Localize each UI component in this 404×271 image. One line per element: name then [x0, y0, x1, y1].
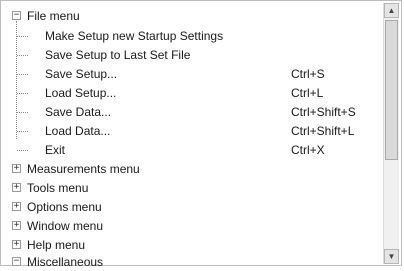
expand-icon[interactable]: + [12, 240, 21, 249]
tree-node-measurements-menu[interactable]: + Measurements menu [5, 160, 385, 178]
tree-node-label: Window menu [27, 219, 104, 233]
tree-item-exit[interactable]: Exit Ctrl+X [5, 141, 385, 159]
tree-node-label: Tools menu [27, 181, 89, 195]
tree-item-shortcut: Ctrl+S [291, 67, 325, 81]
tree-node-label: Help menu [27, 238, 86, 252]
tree-connector [17, 93, 28, 94]
tree-node-miscellaneous[interactable]: − Miscellaneous [5, 253, 385, 271]
tree-node-tools-menu[interactable]: + Tools menu [5, 179, 385, 197]
expand-icon[interactable]: + [12, 183, 21, 192]
tree-node-label: File menu [27, 9, 80, 23]
menu-tree-panel: − File menu Make Setup new Startup Setti… [0, 0, 402, 269]
tree-node-window-menu[interactable]: + Window menu [5, 217, 385, 235]
tree-item-shortcut: Ctrl+Shift+L [291, 124, 355, 138]
tree-item-load-data[interactable]: Load Data... Ctrl+Shift+L [5, 122, 385, 140]
tree-item-label: Save Setup to Last Set File [45, 48, 191, 62]
tree-connector [17, 55, 28, 56]
tree-item-label: Load Data... [45, 124, 111, 138]
vertical-scrollbar[interactable]: ▲ ▼ [383, 3, 399, 264]
expand-icon[interactable]: + [12, 221, 21, 230]
tree-item-label: Load Setup... [45, 86, 117, 100]
tree-node-file-menu[interactable]: − File menu [5, 7, 385, 25]
tree-item-save-setup[interactable]: Save Setup... Ctrl+S [5, 65, 385, 83]
tree-node-options-menu[interactable]: + Options menu [5, 198, 385, 216]
menu-tree: − File menu Make Setup new Startup Setti… [5, 7, 385, 269]
tree-connector [17, 74, 28, 75]
scrollbar-thumb[interactable] [385, 20, 398, 160]
tree-item-load-setup[interactable]: Load Setup... Ctrl+L [5, 84, 385, 102]
collapse-icon[interactable]: − [12, 257, 21, 266]
tree-item-save-setup-last[interactable]: Save Setup to Last Set File [5, 46, 385, 64]
tree-item-shortcut: Ctrl+X [291, 143, 325, 157]
tree-node-label: Options menu [27, 200, 102, 214]
collapse-icon[interactable]: − [12, 11, 21, 20]
tree-node-help-menu[interactable]: + Help menu [5, 236, 385, 254]
tree-item-shortcut: Ctrl+Shift+S [291, 105, 356, 119]
expand-icon[interactable]: + [12, 202, 21, 211]
scroll-down-icon[interactable]: ▼ [384, 249, 399, 264]
tree-connector [17, 150, 28, 151]
tree-item-save-data[interactable]: Save Data... Ctrl+Shift+S [5, 103, 385, 121]
scroll-up-icon[interactable]: ▲ [384, 3, 399, 18]
tree-item-label: Save Setup... [45, 67, 118, 81]
tree-connector [17, 112, 28, 113]
tree-node-label: Measurements menu [27, 162, 140, 176]
tree-connector [17, 36, 28, 37]
tree-node-label: Miscellaneous [27, 255, 104, 269]
tree-item-make-setup-startup[interactable]: Make Setup new Startup Settings [5, 27, 385, 45]
tree-item-label: Make Setup new Startup Settings [45, 29, 224, 43]
tree-connector [17, 131, 28, 132]
tree-item-shortcut: Ctrl+L [291, 86, 324, 100]
expand-icon[interactable]: + [12, 164, 21, 173]
tree-item-label: Save Data... [45, 105, 112, 119]
tree-item-label: Exit [45, 143, 66, 157]
